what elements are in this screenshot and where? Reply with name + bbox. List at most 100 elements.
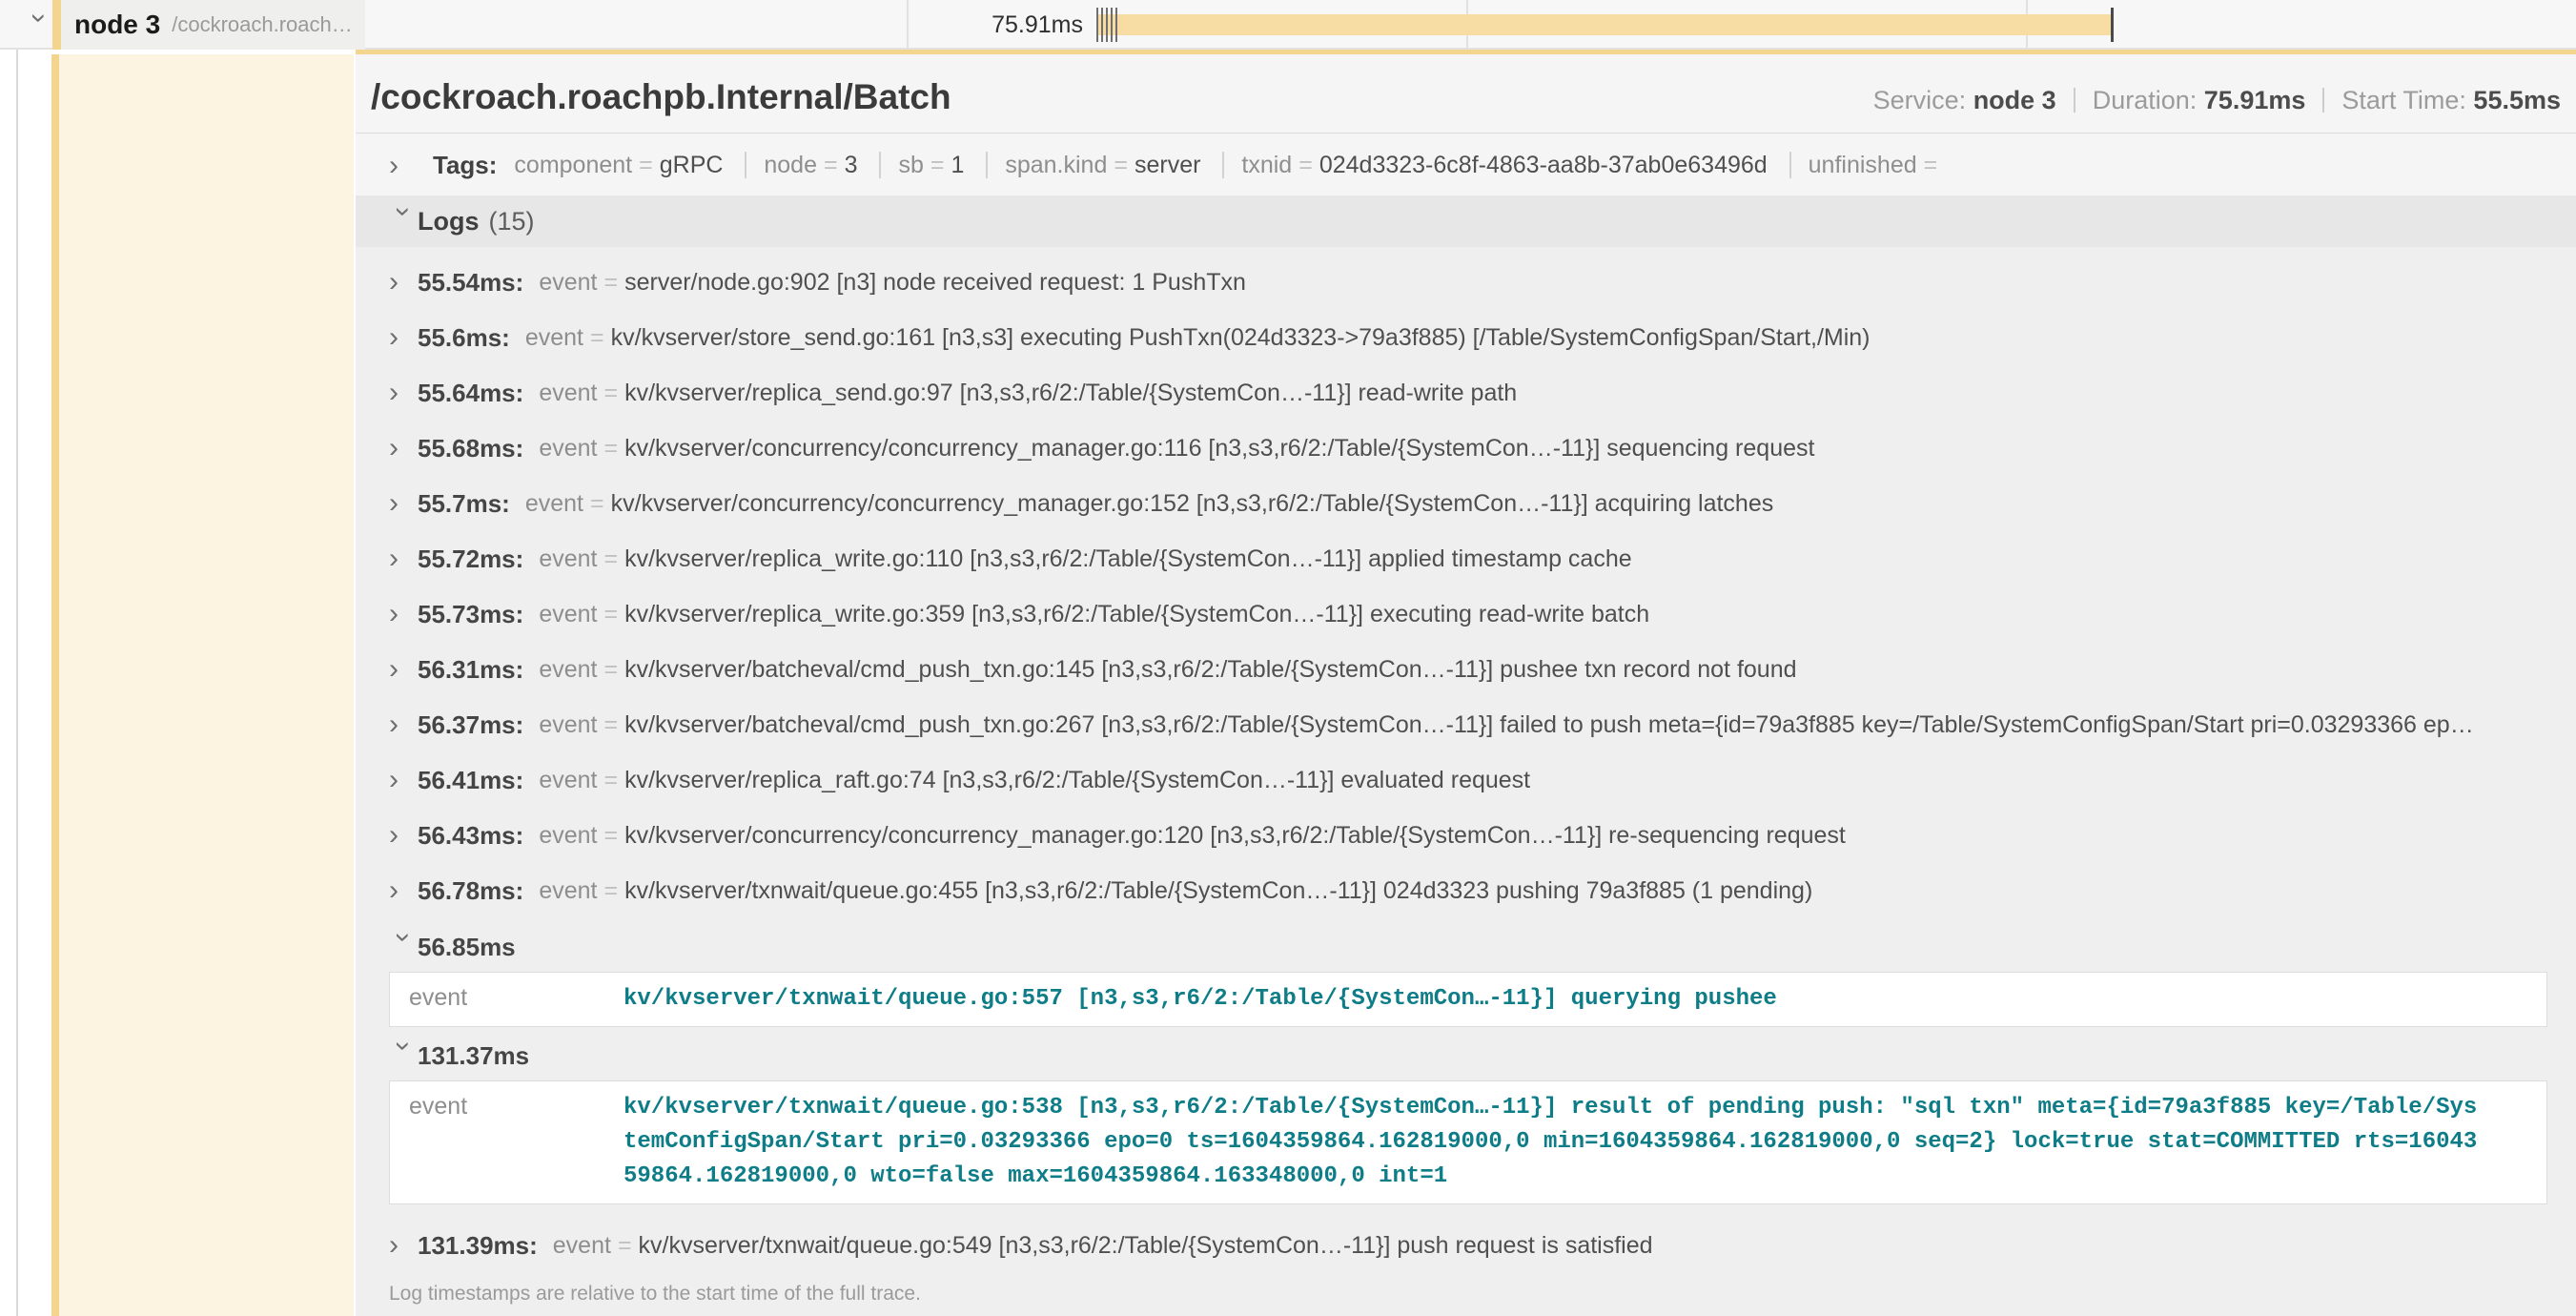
tag-item: span.kind=server — [986, 152, 1200, 178]
log-field-key: event — [525, 490, 583, 518]
span-operation-title: /cockroach.roachpb.Internal/Batch — [371, 77, 951, 117]
log-timestamp: 56.31ms: — [418, 655, 523, 685]
log-entry-expanded-header[interactable]: › 56.85ms — [356, 926, 2576, 968]
chevron-right-icon: › — [389, 268, 418, 297]
chevron-right-icon: › — [389, 1231, 418, 1260]
logs-section-header[interactable]: › Logs (15) — [356, 195, 2576, 247]
meta-divider — [2322, 88, 2324, 113]
log-row[interactable]: › 55.64ms: event = kv/kvserver/replica_s… — [356, 365, 2576, 421]
log-timestamp: 56.43ms: — [418, 821, 523, 851]
chevron-right-icon: › — [389, 323, 418, 352]
log-row[interactable]: › 56.31ms: event = kv/kvserver/batcheval… — [356, 642, 2576, 697]
equals-sign: = — [603, 380, 618, 407]
log-timestamp: 56.78ms: — [418, 876, 523, 906]
equals-sign: = — [930, 152, 945, 178]
equals-sign: = — [603, 822, 618, 850]
log-timestamp: 56.41ms: — [418, 766, 523, 795]
logs-count: (15) — [489, 207, 535, 236]
tags-list: component=gRPC node=3 sb=1 span.kind=ser… — [514, 152, 1944, 179]
chevron-right-icon: › — [389, 545, 418, 573]
chevron-right-icon: › — [389, 655, 418, 684]
start-time-value: 55.5ms — [2473, 86, 2561, 114]
log-row[interactable]: › 56.41ms: event = kv/kvserver/replica_r… — [356, 752, 2576, 808]
log-field-value: kv/kvserver/txnwait/queue.go:557 [n3,s3,… — [624, 982, 2483, 1017]
trace-detail-page: › node 3 /cockroach.roach… 75.91ms /cock… — [0, 0, 2576, 1316]
log-field-value: kv/kvserver/batcheval/cmd_push_txn.go:26… — [624, 711, 2474, 739]
log-timestamp: 55.6ms: — [418, 323, 510, 353]
log-timestamp: 55.64ms: — [418, 379, 523, 408]
tag-item: node=3 — [745, 152, 857, 178]
log-field-value: kv/kvserver/concurrency/concurrency_mana… — [624, 435, 1814, 463]
log-field-key: event — [539, 601, 597, 628]
logs-list: › 55.54ms: event = server/node.go:902 [n… — [356, 247, 2576, 1273]
equals-sign: = — [603, 656, 618, 684]
log-row[interactable]: › 56.43ms: event = kv/kvserver/concurren… — [356, 808, 2576, 863]
log-row[interactable]: › 55.68ms: event = kv/kvserver/concurren… — [356, 421, 2576, 476]
log-field-value: kv/kvserver/replica_raft.go:74 [n3,s3,r6… — [624, 767, 1530, 794]
log-field-value: kv/kvserver/replica_write.go:110 [n3,s3,… — [624, 545, 1632, 573]
equals-sign: = — [603, 435, 618, 463]
log-row[interactable]: › 55.73ms: event = kv/kvserver/replica_w… — [356, 586, 2576, 642]
log-timestamp: 56.37ms: — [418, 710, 523, 740]
log-field-key: event — [539, 877, 597, 905]
log-field-value: kv/kvserver/concurrency/concurrency_mana… — [611, 490, 1774, 518]
log-timestamp: 55.73ms: — [418, 600, 523, 629]
log-row[interactable]: › 55.54ms: event = server/node.go:902 [n… — [356, 255, 2576, 310]
span-duration-bar[interactable] — [1096, 14, 2113, 35]
equals-sign: = — [1924, 152, 1938, 178]
log-field-value: kv/kvserver/store_send.go:161 [n3,s3] ex… — [611, 324, 1871, 352]
log-timestamp: 131.39ms: — [418, 1231, 538, 1261]
equals-sign: = — [1298, 152, 1313, 178]
log-row[interactable]: › 55.7ms: event = kv/kvserver/concurrenc… — [356, 476, 2576, 531]
log-field-value: kv/kvserver/txnwait/queue.go:549 [n3,s3,… — [639, 1232, 1653, 1260]
tag-item: txnid=024d3323-6c8f-4863-aa8b-37ab0e6349… — [1222, 152, 1767, 178]
chevron-right-icon: › — [389, 766, 418, 794]
tag-key: span.kind — [1005, 152, 1107, 178]
selected-span-name-column[interactable] — [51, 54, 354, 1316]
log-field-key: event — [539, 380, 597, 407]
equals-sign: = — [603, 545, 618, 573]
chevron-down-icon: › — [389, 933, 418, 961]
tag-key: component — [514, 152, 632, 178]
log-timestamp: 55.54ms: — [418, 268, 523, 298]
log-field-key: event — [539, 656, 597, 684]
duration-value: 75.91ms — [2204, 86, 2306, 114]
span-duration-label: 75.91ms — [992, 0, 1083, 50]
log-field-key: event — [409, 1091, 624, 1194]
tag-value: 024d3323-6c8f-4863-aa8b-37ab0e63496d — [1319, 152, 1768, 178]
span-row-header: › node 3 /cockroach.roach… 75.91ms — [0, 0, 2576, 50]
log-field-value: kv/kvserver/replica_write.go:359 [n3,s3,… — [624, 601, 1649, 628]
log-field-value: kv/kvserver/txnwait/queue.go:538 [n3,s3,… — [624, 1091, 2483, 1194]
equals-sign: = — [603, 269, 618, 297]
chevron-right-icon: › — [389, 600, 418, 628]
tags-label: Tags: — [433, 151, 497, 180]
tag-item: sb=1 — [879, 152, 964, 178]
bar-hatch-tick — [1106, 8, 1108, 42]
log-row[interactable]: › 55.6ms: event = kv/kvserver/store_send… — [356, 310, 2576, 365]
log-field-key: event — [539, 269, 597, 297]
log-entry-expanded-header[interactable]: › 131.37ms — [356, 1035, 2576, 1077]
tag-key: sb — [898, 152, 923, 178]
log-row[interactable]: › 56.78ms: event = kv/kvserver/txnwait/q… — [356, 863, 2576, 918]
span-service-name: node 3 — [74, 10, 160, 40]
log-row[interactable]: › 131.39ms: event = kv/kvserver/txnwait/… — [356, 1218, 2576, 1273]
log-timestamp: 55.72ms: — [418, 545, 523, 574]
log-detail-card: event kv/kvserver/txnwait/queue.go:538 [… — [389, 1080, 2547, 1204]
log-row[interactable]: › 55.72ms: event = kv/kvserver/replica_w… — [356, 531, 2576, 586]
span-operation-name: /cockroach.roach… — [172, 12, 353, 37]
equals-sign: = — [603, 767, 618, 794]
equals-sign: = — [603, 711, 618, 739]
logs-title: Logs — [418, 207, 480, 236]
span-name-tab[interactable]: node 3 /cockroach.roach… — [52, 0, 365, 50]
tag-item: unfinished= — [1789, 152, 1945, 178]
collapse-span-chevron-down-icon[interactable]: › — [25, 4, 53, 32]
log-timestamp: 56.85ms — [418, 933, 516, 962]
log-row[interactable]: › 56.37ms: event = kv/kvserver/batcheval… — [356, 697, 2576, 752]
tags-section[interactable]: › Tags: component=gRPC node=3 sb=1 span.… — [356, 134, 2576, 195]
start-time-label: Start Time: — [2341, 86, 2466, 114]
log-field-value: kv/kvserver/txnwait/queue.go:455 [n3,s3,… — [624, 877, 1812, 905]
chevron-right-icon: › — [389, 710, 418, 739]
log-field-key: event — [539, 767, 597, 794]
logs-footer-note: Log timestamps are relative to the start… — [356, 1273, 2576, 1316]
log-timestamp: 131.37ms — [418, 1041, 529, 1071]
